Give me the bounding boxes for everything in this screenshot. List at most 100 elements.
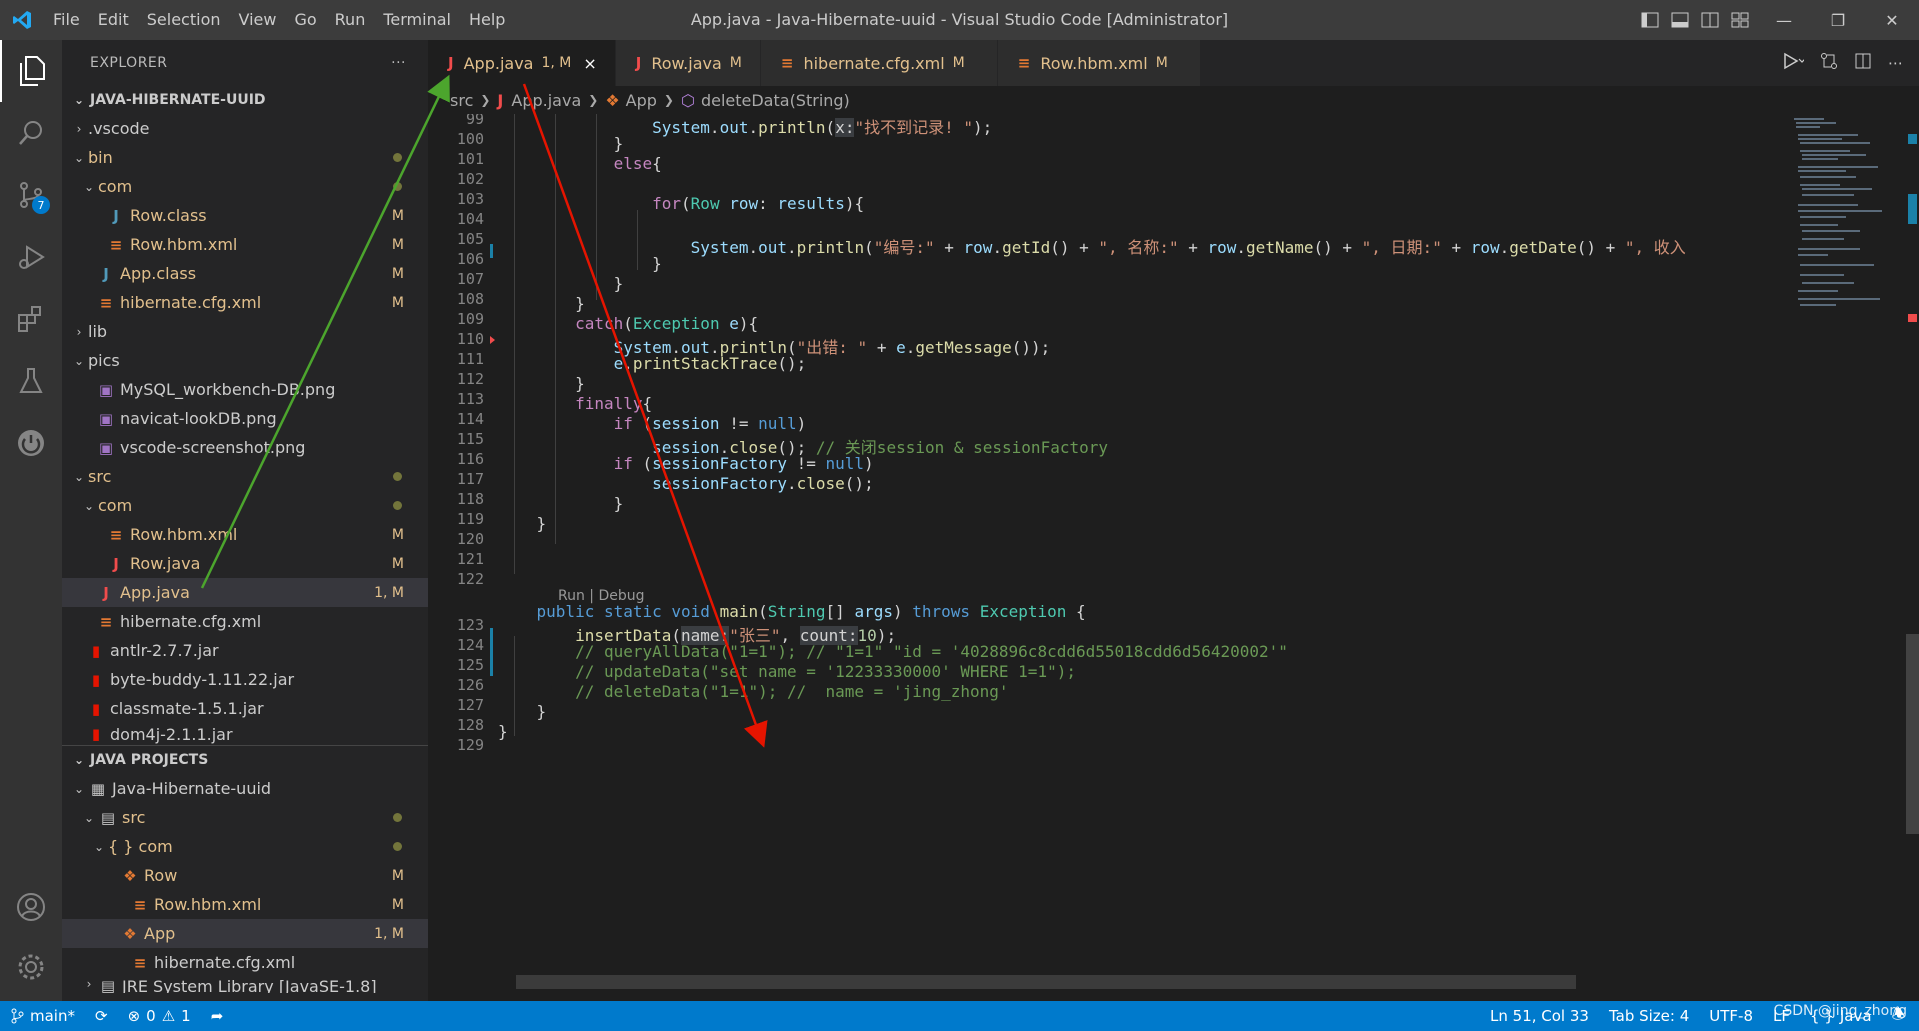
tab-row-java[interactable]: J Row.java M — [615, 40, 761, 86]
menu-file[interactable]: File — [44, 0, 89, 40]
project-src-node[interactable]: ⌄ ▤ src — [62, 803, 428, 832]
menu-selection[interactable]: Selection — [138, 0, 230, 40]
tree-file-app-class[interactable]: J App.class M — [62, 259, 428, 288]
customize-layout-icon[interactable] — [1727, 0, 1753, 40]
tree-file-jar[interactable]: ▮ classmate-1.5.1.jar — [62, 694, 428, 723]
scrollbar-thumb[interactable] — [1906, 634, 1919, 834]
minimize-button[interactable]: — — [1757, 0, 1811, 40]
accounts-activity[interactable] — [0, 876, 62, 938]
horizontal-scrollbar[interactable] — [516, 975, 1576, 989]
code-line: catch(Exception e){ — [575, 314, 759, 333]
search-activity[interactable] — [0, 102, 62, 164]
breadcrumb-class[interactable]: App — [626, 91, 657, 110]
tree-file-row-class[interactable]: J Row.class M — [62, 201, 428, 230]
tree-file-jar[interactable]: ▮ dom4j-2.1.1.jar — [62, 723, 428, 745]
more-actions-icon[interactable]: ··· — [391, 55, 406, 71]
tree-label: com — [98, 496, 133, 515]
run-debug-activity[interactable] — [0, 226, 62, 288]
menu-terminal[interactable]: Terminal — [374, 0, 460, 40]
tree-folder-bin[interactable]: ⌄ bin — [62, 143, 428, 172]
manage-activity[interactable] — [0, 936, 62, 998]
jar-file-icon: ▮ — [91, 641, 101, 660]
more-actions-icon[interactable]: ⋯ — [1888, 54, 1903, 72]
toggle-panel-icon[interactable] — [1667, 0, 1693, 40]
modified-dot — [393, 182, 402, 191]
breadcrumb-method[interactable]: deleteData(String) — [701, 91, 850, 110]
tree-file-jar[interactable]: ▮ byte-buddy-1.11.22.jar — [62, 665, 428, 694]
tree-folder-lib[interactable]: › lib — [62, 317, 428, 346]
menu-go[interactable]: Go — [285, 0, 325, 40]
compare-changes-icon[interactable] — [1820, 52, 1838, 74]
problems-status[interactable]: ⊗ 0 ⚠ 1 — [118, 1007, 201, 1025]
line-number: 127 — [456, 696, 484, 714]
restore-button[interactable]: ❐ — [1811, 0, 1865, 40]
encoding[interactable]: UTF-8 — [1699, 1007, 1763, 1025]
tree-label: App — [144, 924, 176, 943]
line-number: 121 — [456, 550, 484, 568]
project-package-node[interactable]: ⌄{ } com — [62, 832, 428, 861]
explorer-activity[interactable] — [0, 40, 62, 102]
line-number: 102 — [456, 170, 484, 188]
code-line: } — [498, 722, 508, 741]
vertical-scrollbar[interactable] — [1906, 114, 1919, 1001]
tree-file-png[interactable]: ▣ vscode-screenshot.png — [62, 433, 428, 462]
close-window-button[interactable]: ✕ — [1865, 0, 1919, 40]
workspace-section-header[interactable]: ⌄ JAVA-HIBERNATE-UUID — [62, 86, 428, 114]
code-editor[interactable]: 99 100 101 102 103 104 105 106 107 108 1… — [428, 114, 1788, 1001]
menu-run[interactable]: Run — [326, 0, 375, 40]
tree-file-hibernate-cfg[interactable]: ≡ hibernate.cfg.xml — [62, 607, 428, 636]
testing-icon — [19, 368, 43, 393]
error-icon: ⊗ — [127, 1007, 141, 1025]
tree-folder-src[interactable]: ⌄ src — [62, 462, 428, 491]
tree-folder-vscode[interactable]: › .vscode — [62, 114, 428, 143]
minimap[interactable] — [1788, 114, 1906, 1001]
tree-file-row-java[interactable]: J Row.java M — [62, 549, 428, 578]
cursor-position[interactable]: Ln 51, Col 33 — [1480, 1007, 1599, 1025]
project-node[interactable]: ⌄ ▦ Java-Hibernate-uuid — [62, 774, 428, 803]
tree-file-jar[interactable]: ▮ antlr-2.7.7.jar — [62, 636, 428, 665]
code-line: } — [498, 514, 547, 533]
remote-activity[interactable] — [0, 412, 62, 474]
source-control-activity[interactable]: 7 — [0, 164, 62, 226]
tab-label: Row.hbm.xml — [1040, 53, 1148, 73]
breadcrumb-src[interactable]: src — [450, 91, 473, 110]
menu-edit[interactable]: Edit — [89, 0, 138, 40]
tab-app-java[interactable]: J App.java 1, M × — [428, 40, 616, 86]
project-file-hibernate-cfg[interactable]: ≡ hibernate.cfg.xml — [62, 948, 428, 977]
breadcrumb-file[interactable]: App.java — [511, 91, 581, 110]
tree-file-app-java[interactable]: J App.java 1, M — [62, 578, 428, 607]
live-share-status[interactable]: ➦ — [201, 1007, 234, 1025]
run-icon[interactable] — [1782, 52, 1806, 74]
project-class-app[interactable]: ❖ App 1, M — [62, 919, 428, 948]
tree-file-row-hbm-xml[interactable]: ≡ Row.hbm.xml M — [62, 230, 428, 259]
project-jre-node[interactable]: › ▤ JRE System Library [JavaSE-1.8] — [62, 977, 428, 993]
tab-row-hbm-xml[interactable]: ≡ Row.hbm.xml M — [997, 40, 1201, 86]
tree-folder-com[interactable]: ⌄ com — [62, 172, 428, 201]
tree-file-hibernate-cfg[interactable]: ≡ hibernate.cfg.xml M — [62, 288, 428, 317]
tree-file-png[interactable]: ▣ MySQL_workbench-DB.png — [62, 375, 428, 404]
close-tab-icon[interactable]: × — [583, 54, 596, 73]
testing-activity[interactable] — [0, 350, 62, 412]
tree-folder-com[interactable]: ⌄ com — [62, 491, 428, 520]
branch-status[interactable]: main* — [0, 1007, 85, 1025]
menu-view[interactable]: View — [230, 0, 286, 40]
code-line: finally{ — [575, 394, 653, 413]
tab-hibernate-cfg[interactable]: ≡ hibernate.cfg.xml M — [760, 40, 998, 86]
tree-folder-pics[interactable]: ⌄ pics — [62, 346, 428, 375]
extensions-activity[interactable] — [0, 288, 62, 350]
project-file-row-hbm[interactable]: ≡ Row.hbm.xml M — [62, 890, 428, 919]
chevron-down-icon: ⌄ — [73, 781, 85, 796]
line-number: 107 — [456, 270, 484, 288]
warning-icon: ⚠ — [161, 1007, 176, 1025]
modified-dot — [393, 501, 402, 510]
toggle-secondary-sidebar-icon[interactable] — [1697, 0, 1723, 40]
java-projects-section-header[interactable]: ⌄ JAVA PROJECTS — [62, 746, 428, 774]
menu-help[interactable]: Help — [460, 0, 514, 40]
tree-file-row-hbm-xml[interactable]: ≡ Row.hbm.xml M — [62, 520, 428, 549]
sync-status[interactable]: ⟳ — [85, 1007, 118, 1025]
split-editor-icon[interactable] — [1854, 52, 1872, 74]
tree-file-png[interactable]: ▣ navicat-lookDB.png — [62, 404, 428, 433]
tab-size[interactable]: Tab Size: 4 — [1599, 1007, 1699, 1025]
project-class-row[interactable]: ❖ Row M — [62, 861, 428, 890]
toggle-sidebar-icon[interactable] — [1637, 0, 1663, 40]
